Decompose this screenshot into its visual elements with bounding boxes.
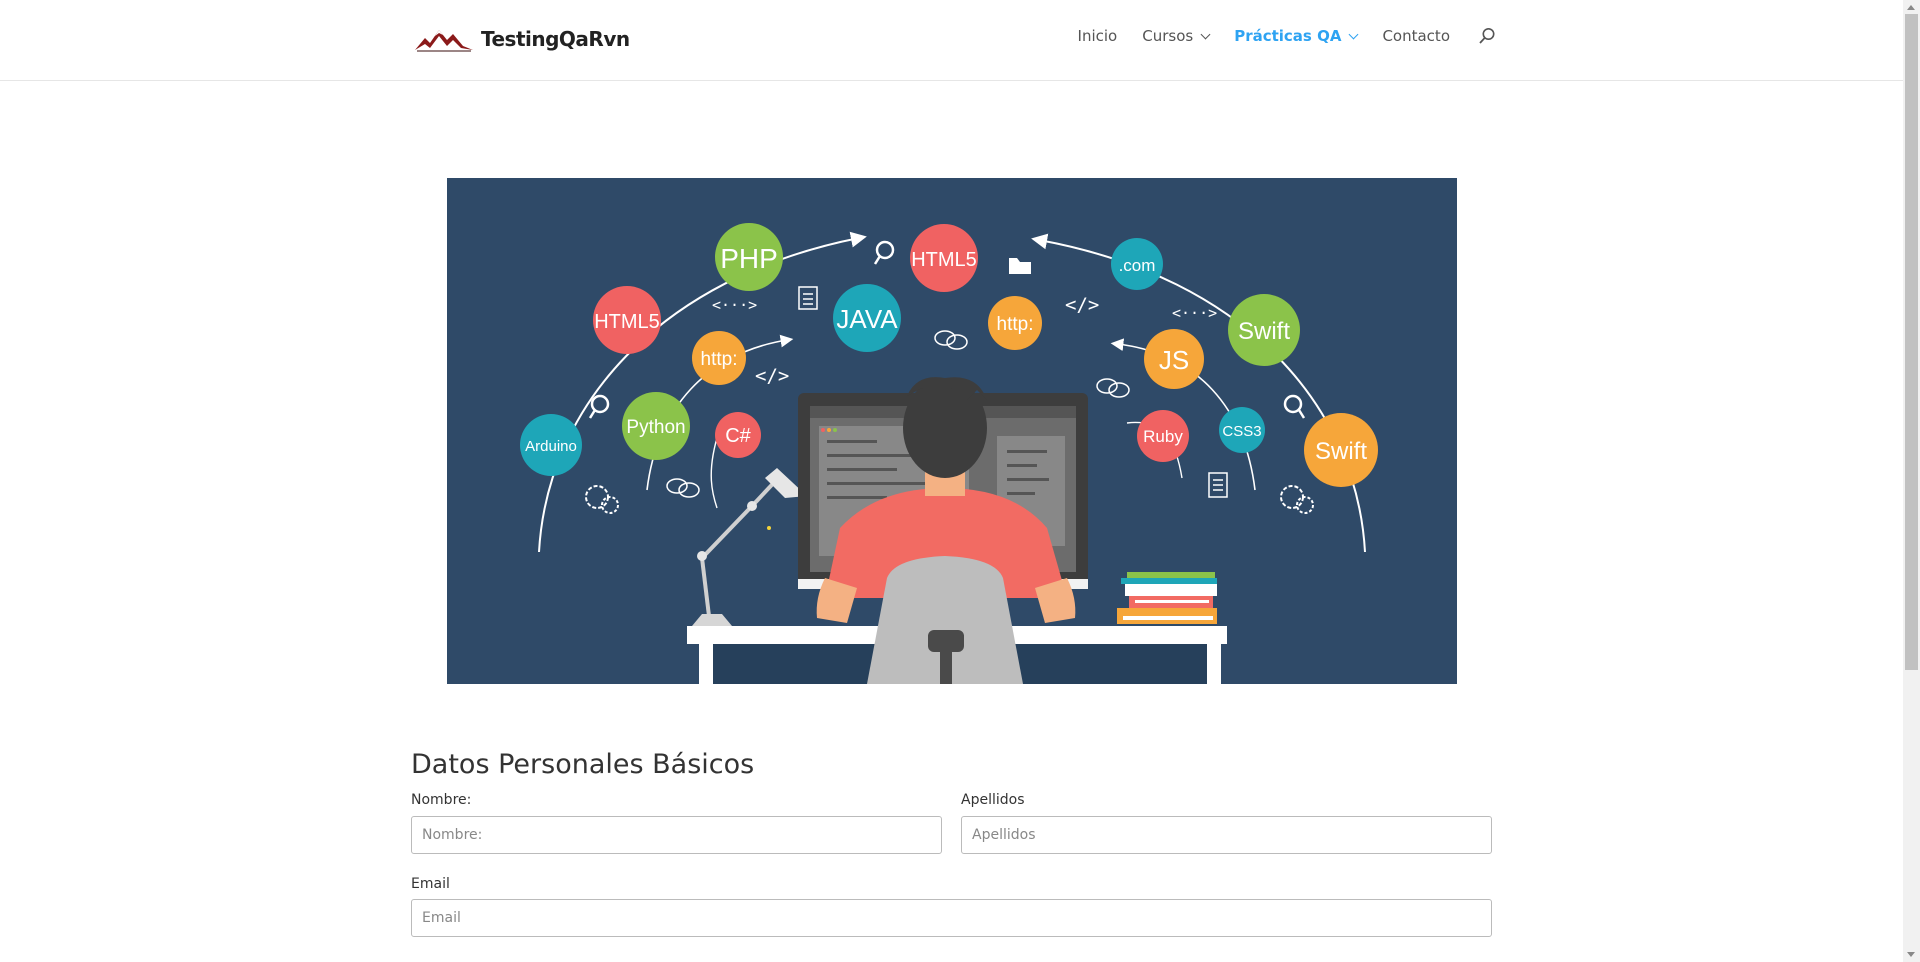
- arc-arrow-small: [710, 437, 718, 509]
- svg-text:http:: http:: [701, 349, 738, 370]
- chevron-down-icon: [1349, 29, 1359, 39]
- apellidos-label: Apellidos: [961, 792, 1025, 808]
- document-icon: [1208, 472, 1228, 498]
- bubble-arduino: Arduino: [520, 414, 582, 476]
- bubble-html5: HTML5: [593, 286, 661, 354]
- desk-lamp: [692, 468, 807, 626]
- bubble-http: http:: [988, 296, 1042, 350]
- code-tag: </>: [755, 365, 789, 387]
- chevron-down-icon: [1200, 29, 1211, 39]
- nav-item-label: Inicio: [1077, 27, 1118, 45]
- code-tag: <···>: [712, 296, 757, 314]
- bubble-http: http:: [692, 331, 746, 385]
- nombre-input[interactable]: [411, 816, 942, 854]
- svg-text:Swift: Swift: [1238, 318, 1290, 345]
- svg-text:http:: http:: [997, 314, 1034, 335]
- nav-item-label: Contacto: [1382, 27, 1450, 45]
- nombre-label: Nombre:: [411, 792, 472, 808]
- nav-item-cursos[interactable]: Cursos: [1142, 27, 1211, 45]
- bubble-java: JAVA: [833, 284, 901, 352]
- code-tag: <···>: [1172, 304, 1217, 322]
- svg-text:JAVA: JAVA: [836, 304, 898, 334]
- svg-text:.com: .com: [1119, 256, 1156, 275]
- nav-item-label: Cursos: [1142, 27, 1194, 45]
- page-scrollbar[interactable]: [1903, 0, 1920, 962]
- nav-item-label: Prácticas QA: [1234, 27, 1342, 45]
- magnifier-icon: [1283, 394, 1306, 419]
- site-logo[interactable]: TestingQaRvn: [415, 24, 630, 54]
- nav-item-contacto[interactable]: Contacto: [1382, 27, 1450, 45]
- scroll-down-arrow-icon[interactable]: [1907, 952, 1915, 957]
- bubble-csharp: C#: [715, 412, 761, 458]
- chair: [867, 556, 1023, 684]
- bubble-python: Python: [622, 392, 690, 460]
- mountain-logo-icon: [415, 30, 473, 52]
- bubble-dotcom: .com: [1111, 238, 1163, 290]
- chat-bubbles-icon: [1096, 378, 1130, 398]
- gears-icon: [585, 485, 619, 514]
- document-icon: [798, 286, 818, 310]
- search-icon[interactable]: [1478, 27, 1496, 45]
- nav-item-practicas-qa[interactable]: Prácticas QA: [1234, 27, 1359, 45]
- main-nav: Inicio Cursos Prácticas QA Contacto: [1053, 27, 1496, 45]
- bubble-css3: CSS3: [1219, 407, 1265, 453]
- svg-text:Ruby: Ruby: [1143, 427, 1183, 446]
- apellidos-input[interactable]: [961, 816, 1492, 854]
- code-tag: </>: [1065, 294, 1099, 316]
- scrollbar-thumb[interactable]: [1905, 14, 1918, 670]
- scroll-up-arrow-icon[interactable]: [1907, 5, 1915, 10]
- email-label: Email: [411, 876, 450, 892]
- brand-name: TestingQaRvn: [481, 27, 630, 51]
- chat-bubbles-icon: [666, 478, 700, 498]
- bubble-swift: Swift: [1228, 294, 1300, 366]
- email-input[interactable]: [411, 899, 1492, 937]
- svg-text:JS: JS: [1159, 345, 1189, 375]
- site-header: TestingQaRvn Inicio Cursos Prácticas QA …: [0, 0, 1903, 81]
- bubble-swift: Swift: [1304, 413, 1378, 487]
- bubble-ruby: Ruby: [1137, 410, 1189, 462]
- book-stack: [1117, 572, 1217, 624]
- form-section-title: Datos Personales Básicos: [411, 749, 755, 780]
- svg-text:HTML5: HTML5: [594, 311, 660, 333]
- nav-item-inicio[interactable]: Inicio: [1078, 27, 1118, 45]
- magnifier-icon: [588, 394, 610, 419]
- bubble-html5: HTML5: [910, 224, 978, 292]
- programmer-illustration: PHP HTML5 HTML5 JAVA http: http: .com Sw…: [520, 223, 1378, 684]
- svg-text:HTML5: HTML5: [911, 249, 977, 271]
- svg-text:Arduino: Arduino: [525, 438, 577, 455]
- bubble-js: JS: [1144, 329, 1204, 389]
- svg-text:PHP: PHP: [720, 243, 778, 274]
- gears-icon: [1280, 485, 1314, 514]
- chat-bubbles-icon: [934, 330, 968, 350]
- hero-illustration: PHP HTML5 HTML5 JAVA http: http: .com Sw…: [447, 178, 1457, 684]
- bubble-php: PHP: [715, 223, 783, 291]
- svg-text:C#: C#: [725, 425, 751, 447]
- folder-icon: [1009, 258, 1031, 274]
- svg-text:Swift: Swift: [1315, 438, 1367, 465]
- svg-text:Python: Python: [626, 417, 685, 438]
- svg-text:CSS3: CSS3: [1222, 423, 1261, 440]
- page: TestingQaRvn Inicio Cursos Prácticas QA …: [0, 0, 1903, 962]
- magnifier-icon: [873, 240, 895, 265]
